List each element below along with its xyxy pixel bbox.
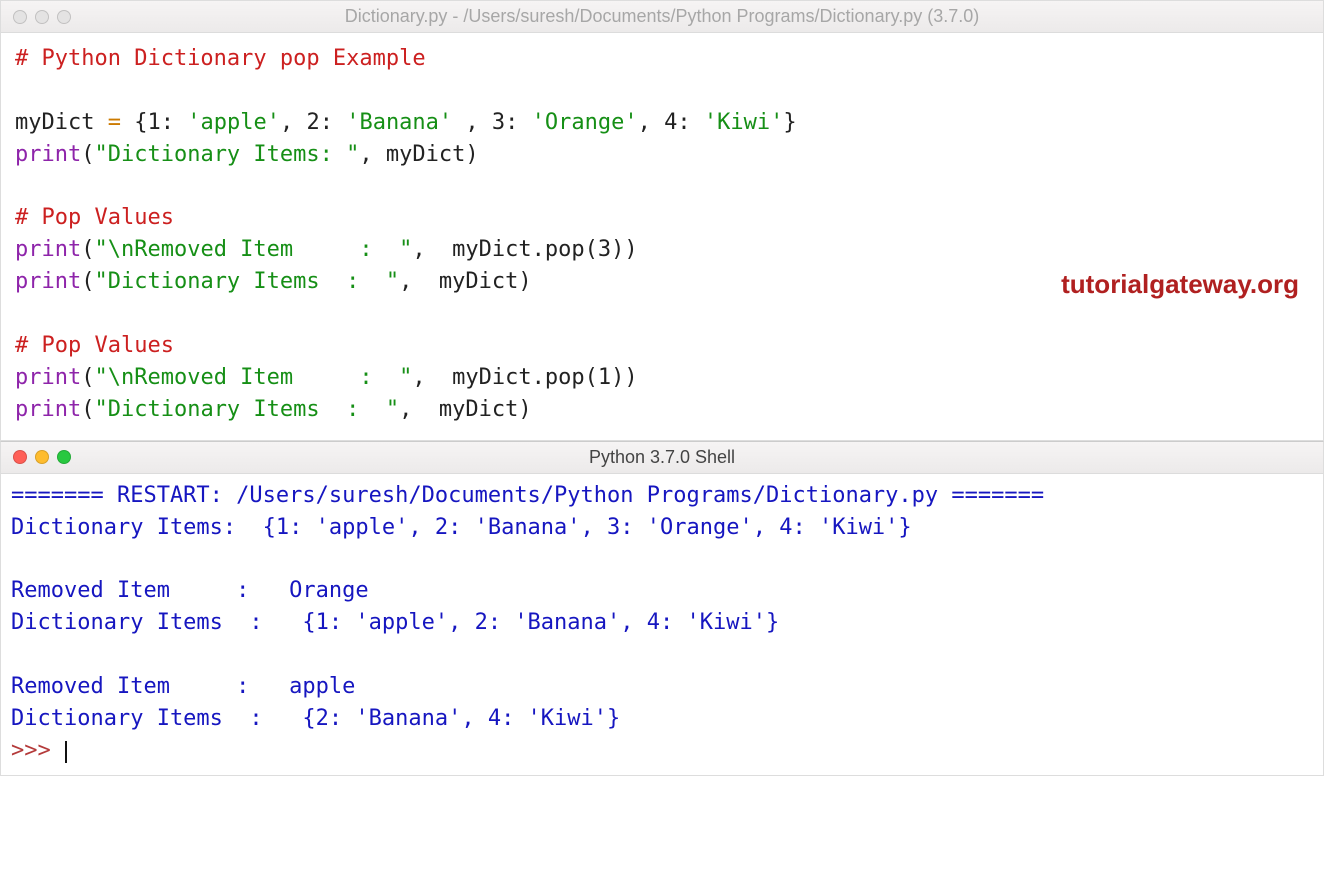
editor-titlebar[interactable]: Dictionary.py - /Users/suresh/Documents/… — [1, 1, 1323, 33]
shell-output-line: Dictionary Items : {1: 'apple', 2: 'Bana… — [11, 610, 779, 635]
zoom-icon[interactable] — [57, 10, 71, 24]
minimize-icon[interactable] — [35, 450, 49, 464]
shell-output-line: Removed Item : Orange — [11, 578, 369, 603]
code-editor[interactable]: tutorialgateway.org # Python Dictionary … — [1, 33, 1323, 440]
shell-output-line: Dictionary Items : {2: 'Banana', 4: 'Kiw… — [11, 706, 620, 731]
code-comment: # Python Dictionary pop Example — [15, 46, 426, 71]
text-cursor-icon — [65, 741, 67, 763]
shell-window: Python 3.7.0 Shell ======= RESTART: /Use… — [0, 441, 1324, 776]
watermark-label: tutorialgateway.org — [1061, 269, 1299, 300]
shell-titlebar[interactable]: Python 3.7.0 Shell — [1, 442, 1323, 474]
close-icon[interactable] — [13, 10, 27, 24]
code-identifier: myDict — [15, 110, 94, 135]
shell-output-line: Dictionary Items: {1: 'apple', 2: 'Banan… — [11, 515, 912, 540]
zoom-icon[interactable] — [57, 450, 71, 464]
code-content[interactable]: # Python Dictionary pop Example myDict =… — [15, 43, 1309, 426]
editor-traffic-lights — [13, 10, 71, 24]
code-comment: # Pop Values — [15, 333, 174, 358]
code-comment: # Pop Values — [15, 205, 174, 230]
shell-restart-line: ======= RESTART: /Users/suresh/Documents… — [11, 483, 1044, 508]
shell-traffic-lights — [13, 450, 71, 464]
shell-output-line: Removed Item : apple — [11, 674, 355, 699]
minimize-icon[interactable] — [35, 10, 49, 24]
editor-window: Dictionary.py - /Users/suresh/Documents/… — [0, 0, 1324, 441]
shell-output[interactable]: ======= RESTART: /Users/suresh/Documents… — [1, 474, 1323, 775]
close-icon[interactable] — [13, 450, 27, 464]
code-builtin: print — [15, 142, 81, 167]
shell-content[interactable]: ======= RESTART: /Users/suresh/Documents… — [11, 480, 1313, 767]
shell-title: Python 3.7.0 Shell — [1, 447, 1323, 468]
editor-title: Dictionary.py - /Users/suresh/Documents/… — [1, 6, 1323, 27]
shell-prompt: >>> — [11, 738, 64, 763]
